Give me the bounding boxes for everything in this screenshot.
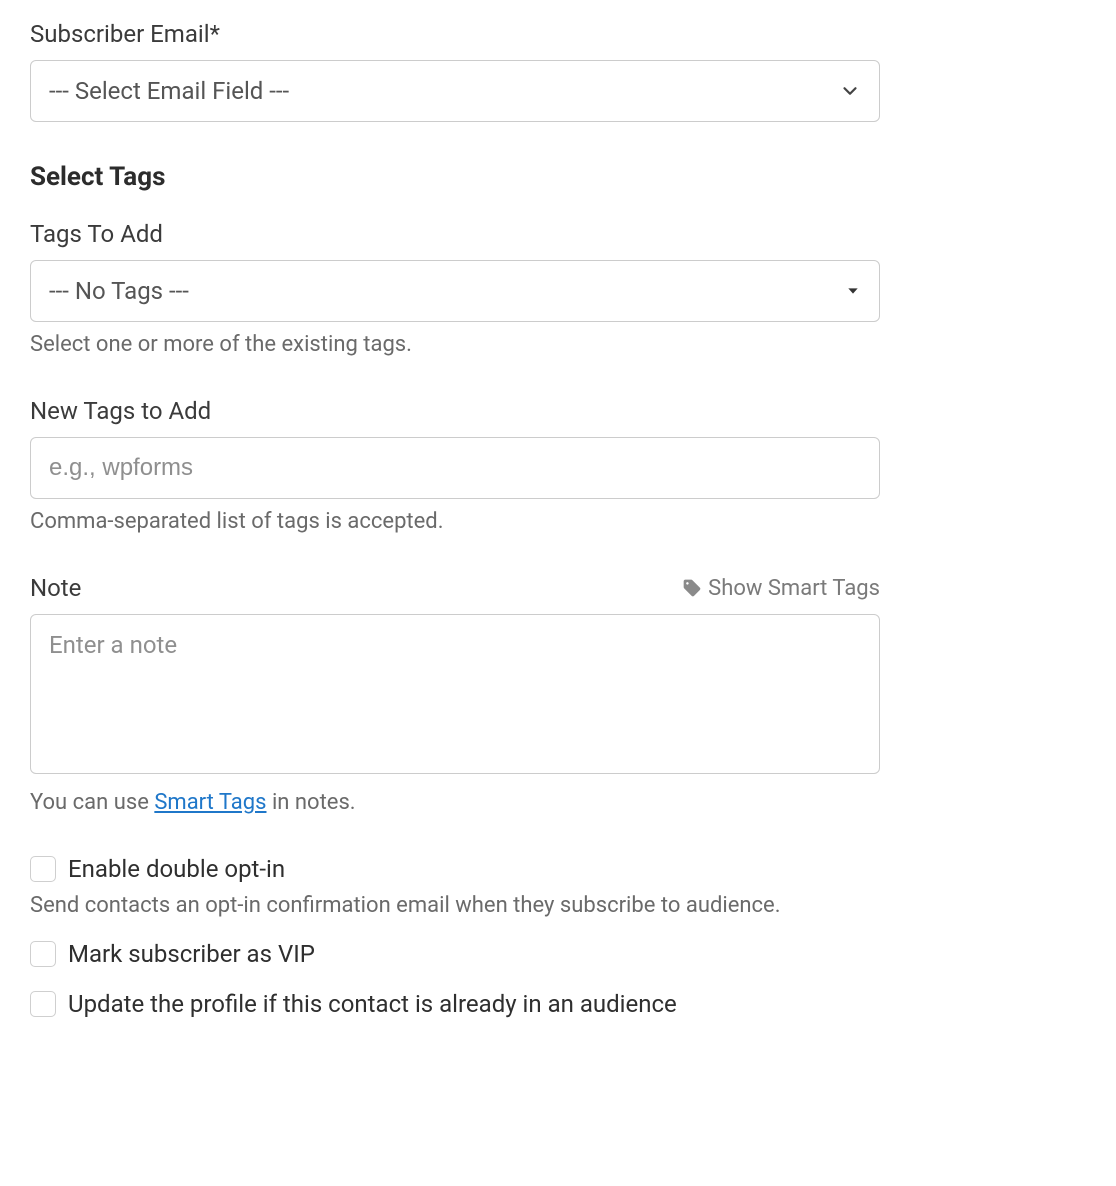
tags-to-add-label: Tags To Add xyxy=(30,220,1086,248)
note-help-suffix: in notes. xyxy=(266,790,355,815)
new-tags-input[interactable] xyxy=(30,437,880,499)
chevron-down-icon xyxy=(839,80,861,102)
double-optin-group: Enable double opt-in Send contacts an op… xyxy=(30,855,1086,918)
new-tags-help: Comma-separated list of tags is accepted… xyxy=(30,509,1086,534)
update-profile-group: Update the profile if this contact is al… xyxy=(30,990,1086,1018)
smart-tags-link[interactable]: Smart Tags xyxy=(154,790,266,815)
subscriber-email-label: Subscriber Email* xyxy=(30,20,1086,48)
caret-down-icon xyxy=(845,283,861,299)
note-help: You can use Smart Tags in notes. xyxy=(30,790,1086,815)
double-optin-checkbox[interactable] xyxy=(30,856,56,882)
double-optin-label[interactable]: Enable double opt-in xyxy=(68,855,285,883)
note-help-prefix: You can use xyxy=(30,790,154,815)
tags-to-add-help: Select one or more of the existing tags. xyxy=(30,332,1086,357)
tags-to-add-field: Tags To Add --- No Tags --- Select one o… xyxy=(30,220,1086,357)
tags-to-add-selected: --- No Tags --- xyxy=(49,277,189,305)
subscriber-email-selected: --- Select Email Field --- xyxy=(49,77,289,105)
mark-vip-label[interactable]: Mark subscriber as VIP xyxy=(68,940,315,968)
note-textarea[interactable] xyxy=(30,614,880,774)
mark-vip-checkbox[interactable] xyxy=(30,941,56,967)
subscriber-email-select[interactable]: --- Select Email Field --- xyxy=(30,60,880,122)
update-profile-checkbox[interactable] xyxy=(30,991,56,1017)
tag-icon xyxy=(682,578,702,598)
show-smart-tags-button[interactable]: Show Smart Tags xyxy=(682,576,880,601)
note-label: Note xyxy=(30,574,81,602)
new-tags-label: New Tags to Add xyxy=(30,397,1086,425)
new-tags-field: New Tags to Add Comma-separated list of … xyxy=(30,397,1086,534)
mark-vip-group: Mark subscriber as VIP xyxy=(30,940,1086,968)
note-field: Note Show Smart Tags You can use Smart T… xyxy=(30,574,1086,815)
double-optin-help: Send contacts an opt-in confirmation ema… xyxy=(30,893,1086,918)
tags-to-add-select[interactable]: --- No Tags --- xyxy=(30,260,880,322)
show-smart-tags-label: Show Smart Tags xyxy=(708,576,880,601)
subscriber-email-field: Subscriber Email* --- Select Email Field… xyxy=(30,20,1086,122)
update-profile-label[interactable]: Update the profile if this contact is al… xyxy=(68,990,677,1018)
select-tags-heading: Select Tags xyxy=(30,162,1086,192)
